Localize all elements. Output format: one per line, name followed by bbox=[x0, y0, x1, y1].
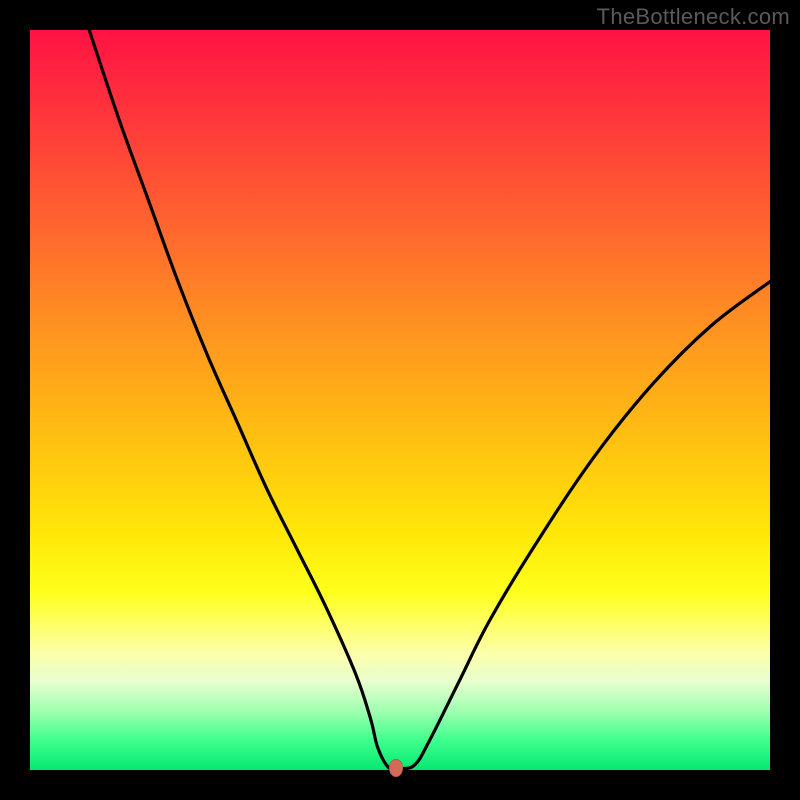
curve-svg bbox=[30, 30, 770, 770]
bottleneck-curve bbox=[89, 30, 770, 770]
optimum-marker bbox=[389, 759, 403, 777]
watermark-text: TheBottleneck.com bbox=[597, 4, 790, 30]
chart-frame: TheBottleneck.com bbox=[0, 0, 800, 800]
plot-area bbox=[30, 30, 770, 770]
